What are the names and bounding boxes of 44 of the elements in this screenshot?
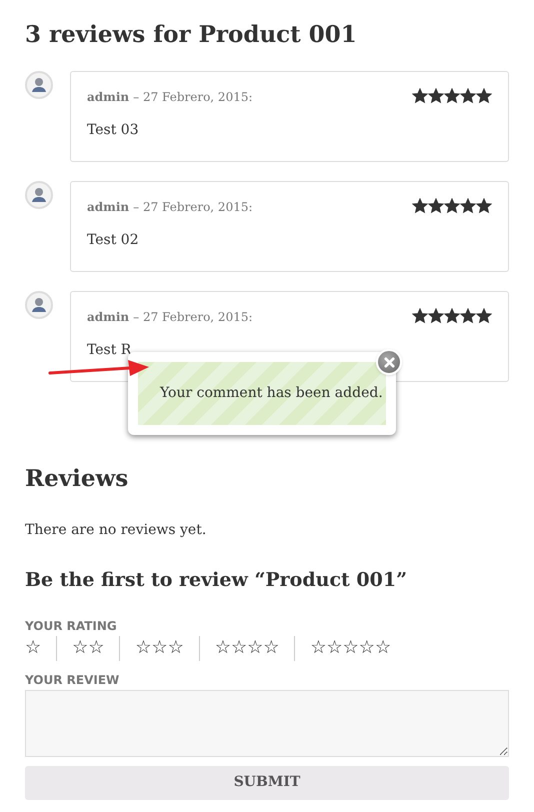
rating-label: YOUR RATING xyxy=(25,618,118,634)
filled-star-icon xyxy=(460,308,476,324)
filled-star-icon xyxy=(412,88,428,104)
success-message: Your comment has been added. xyxy=(138,362,386,425)
review-field[interactable] xyxy=(25,690,509,756)
filled-star-icon xyxy=(444,308,460,324)
filled-star-icon xyxy=(444,88,460,104)
filled-star-icon xyxy=(412,198,428,214)
review-date: – 27 Febrero, 2015: xyxy=(133,198,253,216)
submit-button[interactable]: SUBMIT xyxy=(25,766,509,800)
review-date: – 27 Febrero, 2015: xyxy=(133,308,253,326)
filled-star-icon xyxy=(428,308,444,324)
rating-option[interactable]: ☆☆☆ xyxy=(135,639,184,657)
form-title: Be the first to review “Product 001” xyxy=(25,568,408,593)
empty-message: There are no reviews yet. xyxy=(25,521,208,540)
filled-star-icon xyxy=(428,88,444,104)
review-author: admin xyxy=(87,308,130,326)
arrow-icon xyxy=(48,358,150,378)
rating-option[interactable]: ☆☆☆☆ xyxy=(214,639,280,657)
close-icon xyxy=(384,356,394,368)
avatar-icon xyxy=(25,180,53,208)
review-text: Test 03 xyxy=(87,120,140,140)
review-author: admin xyxy=(87,198,130,216)
avatar-icon xyxy=(25,70,53,98)
filled-star-icon xyxy=(460,198,476,214)
review-date: – 27 Febrero, 2015: xyxy=(133,88,253,106)
rating-option[interactable]: ☆ xyxy=(25,639,42,657)
rating-option[interactable]: ☆☆☆☆☆ xyxy=(310,639,392,657)
close-button[interactable] xyxy=(376,349,402,375)
reviews-title: 3 reviews for Product 001 xyxy=(25,20,358,50)
filled-star-icon xyxy=(428,198,444,214)
section-heading: Reviews xyxy=(25,464,130,494)
review-author: admin xyxy=(87,88,130,106)
filled-star-icon xyxy=(476,88,492,104)
filled-star-icon xyxy=(412,308,428,324)
filled-star-icon xyxy=(460,88,476,104)
filled-star-icon xyxy=(444,198,460,214)
review-text: Test R xyxy=(87,340,132,360)
filled-star-icon xyxy=(476,308,492,324)
review-label: YOUR REVIEW xyxy=(25,672,120,688)
rating-option[interactable]: ☆☆ xyxy=(72,639,104,657)
avatar-icon xyxy=(25,290,53,318)
filled-star-icon xyxy=(476,198,492,214)
review-text: Test 02 xyxy=(87,230,140,250)
